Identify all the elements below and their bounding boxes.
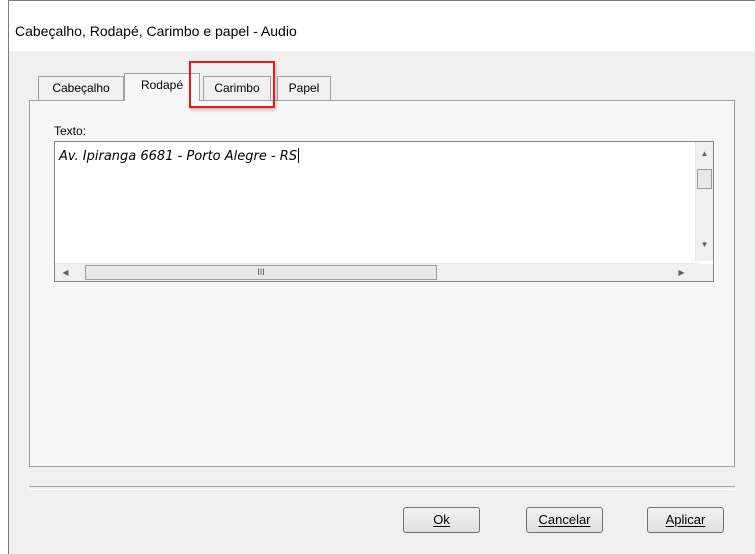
texto-textarea[interactable]: Av. Ipiranga 6681 - Porto Alegre - RS ▲ …	[54, 141, 714, 282]
texto-label: Texto:	[54, 124, 87, 138]
tab-cabecalho[interactable]: Cabeçalho	[38, 76, 124, 100]
texto-value: Av. Ipiranga 6681 - Porto Alegre - RS	[59, 149, 298, 164]
ok-button[interactable]: Ok	[403, 507, 480, 533]
scroll-right-arrow-icon[interactable]: ▶	[673, 264, 690, 281]
text-caret	[298, 148, 300, 163]
scrollbar-corner	[696, 264, 713, 281]
scroll-down-arrow-icon[interactable]: ▼	[696, 236, 713, 253]
horizontal-scrollbar[interactable]: ◀ III ▶	[55, 263, 697, 281]
vertical-scrollbar[interactable]: ▲ ▼	[695, 142, 713, 261]
tab-carimbo[interactable]: Carimbo	[203, 76, 271, 100]
title-bar: Cabeçalho, Rodapé, Carimbo e papel - Aud…	[9, 1, 755, 51]
vertical-scroll-thumb[interactable]	[697, 169, 712, 189]
scroll-left-arrow-icon[interactable]: ◀	[57, 264, 74, 281]
tab-papel[interactable]: Papel	[277, 76, 331, 100]
apply-button[interactable]: Aplicar	[647, 507, 724, 533]
horizontal-scroll-thumb[interactable]: III	[85, 265, 437, 280]
cancel-button[interactable]: Cancelar	[526, 507, 603, 533]
tab-rodape[interactable]: Rodapé	[124, 73, 200, 101]
scroll-up-arrow-icon[interactable]: ▲	[696, 145, 713, 162]
texto-content: Av. Ipiranga 6681 - Porto Alegre - RS	[59, 148, 300, 164]
window-title: Cabeçalho, Rodapé, Carimbo e papel - Aud…	[15, 23, 297, 39]
footer-separator	[29, 486, 735, 490]
